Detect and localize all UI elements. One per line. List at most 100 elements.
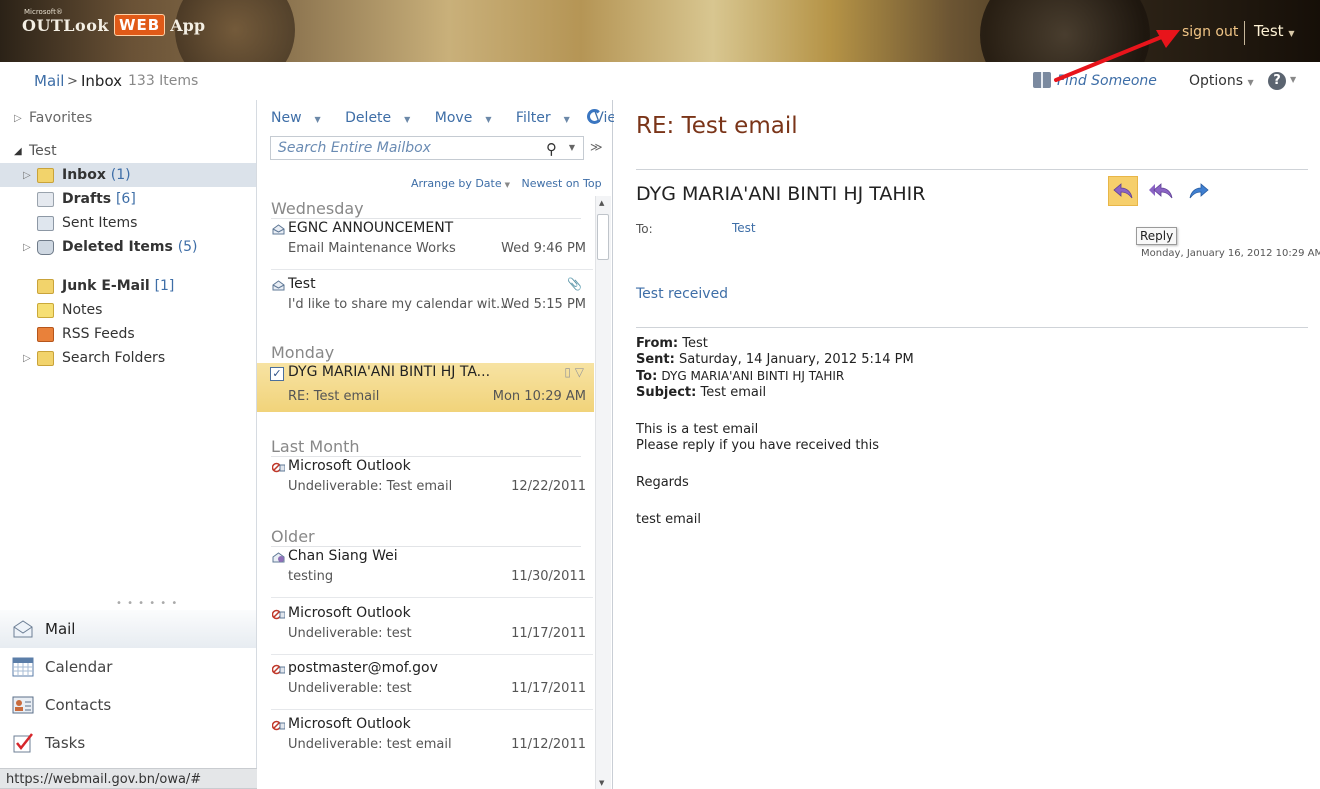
logo-outlook: OUTLook — [22, 15, 109, 35]
scrollbar-thumb[interactable] — [597, 214, 609, 260]
arrange-by-date[interactable]: Arrange by Date — [411, 177, 502, 190]
folder-junk-email[interactable]: Junk E-Mail [1] — [0, 274, 256, 298]
message-row[interactable]: Microsoft Outlook Undeliverable: test em… — [257, 715, 594, 759]
refresh-icon[interactable] — [587, 109, 602, 124]
search-placeholder: Search Entire Mailbox — [278, 140, 431, 156]
move-button[interactable]: Move ▼ — [435, 110, 502, 126]
reply-all-button[interactable] — [1146, 176, 1176, 206]
chevron-down-icon: ▼ — [485, 115, 492, 124]
chevron-down-icon: ▼ — [314, 115, 321, 124]
checkbox-checked-icon[interactable]: ✓ — [270, 367, 284, 381]
delete-button[interactable]: Delete ▼ — [345, 110, 420, 126]
scroll-down-icon[interactable]: ▼ — [599, 779, 604, 787]
field-label: Subject: — [636, 385, 697, 400]
folder-search-folders[interactable]: ▷ Search Folders — [0, 346, 256, 370]
favorites-header[interactable]: ▷ Favorites — [0, 106, 256, 130]
body-line: This is a test email — [636, 422, 759, 437]
expand-search-icon[interactable]: ≫ — [590, 140, 603, 154]
chevron-down-icon[interactable]: ▼ — [505, 181, 510, 189]
folder-label: Sent Items — [62, 215, 138, 231]
nav-tasks[interactable]: Tasks — [0, 724, 256, 762]
mailbox-header[interactable]: ◢ Test — [0, 139, 256, 163]
delete-button-label: Delete — [345, 110, 392, 126]
sort-order[interactable]: Newest on Top — [522, 177, 602, 190]
message-row[interactable]: EGNC ANNOUNCEMENT Email Maintenance Work… — [257, 219, 594, 263]
message-row[interactable]: Chan Siang Wei testing 11/30/2011 — [257, 547, 594, 591]
message-subject-heading: RE: Test email — [636, 113, 798, 139]
filter-button[interactable]: Filter ▼ — [516, 110, 580, 126]
folder-inbox[interactable]: ▷ Inbox (1) — [0, 163, 256, 187]
quoted-to: To: DYG MARIA'ANI BINTI HJ TAHIR — [636, 368, 914, 385]
breadcrumb-mail[interactable]: Mail — [34, 72, 64, 90]
message-subject: I'd like to share my calendar wit... — [288, 297, 509, 312]
folder-label-text: Drafts — [62, 191, 112, 207]
undeliverable-icon — [272, 462, 285, 473]
logo-microsoft: Microsoft® — [24, 8, 63, 16]
folder-drafts[interactable]: Drafts [6] — [0, 187, 256, 211]
flag-icon[interactable]: ▯ ▽ — [564, 365, 584, 379]
folder-rss-feeds[interactable]: RSS Feeds — [0, 322, 256, 346]
message-sender: DYG MARIA'ANI BINTI HJ TA... — [288, 364, 491, 380]
field-label: To: — [636, 369, 658, 384]
folder-deleted-items[interactable]: ▷ Deleted Items (5) — [0, 235, 256, 259]
undeliverable-icon — [272, 664, 285, 675]
chevron-down-icon: ▼ — [1288, 29, 1295, 38]
message-from[interactable]: DYG MARIA'ANI BINTI HJ TAHIR — [636, 183, 925, 205]
reply-tooltip: Reply — [1136, 227, 1178, 245]
help-icon[interactable]: ? — [1268, 72, 1286, 90]
user-menu[interactable]: Test ▼ — [1254, 22, 1294, 40]
message-row[interactable]: Microsoft Outlook Undeliverable: Test em… — [257, 457, 594, 501]
pane-resize-handle[interactable]: • • • • • • — [116, 598, 178, 609]
message-row[interactable]: Test 📎 I'd like to share my calendar wit… — [257, 275, 594, 319]
address-book-icon[interactable] — [1033, 72, 1051, 88]
expand-triangle-icon[interactable]: ▷ — [23, 353, 31, 364]
search-input[interactable]: Search Entire Mailbox ⚲ ▼ — [270, 136, 584, 160]
message-row-selected[interactable]: ✓ DYG MARIA'ANI BINTI HJ TA... ▯ ▽ RE: T… — [257, 363, 594, 412]
nav-contacts[interactable]: Contacts — [0, 686, 256, 724]
options-menu[interactable]: Options ▼ — [1189, 73, 1254, 89]
field-label: Sent: — [636, 352, 675, 367]
meeting-request-icon — [272, 552, 285, 563]
message-sender: postmaster@mof.gov — [288, 660, 438, 676]
nav-calendar[interactable]: Calendar — [0, 648, 256, 686]
quote-divider — [636, 327, 1308, 328]
to-recipient[interactable]: Test — [732, 221, 756, 235]
folder-label-text: Junk E-Mail — [62, 278, 150, 294]
new-button[interactable]: New ▼ — [271, 110, 331, 126]
expand-triangle-icon[interactable]: ▷ — [23, 170, 31, 181]
search-folder-icon — [37, 351, 54, 366]
scroll-up-icon[interactable]: ▲ — [599, 199, 604, 207]
body-line: Please reply if you have received this — [636, 438, 880, 453]
reply-button[interactable] — [1108, 176, 1138, 206]
contacts-icon — [12, 696, 34, 714]
message-row[interactable]: postmaster@mof.gov Undeliverable: test 1… — [257, 659, 594, 703]
collapse-triangle-icon[interactable]: ◢ — [14, 146, 22, 157]
breadcrumb-separator: > — [67, 74, 78, 89]
mailbox-label: Test — [29, 143, 57, 159]
nav-mail[interactable]: Mail — [0, 610, 256, 648]
inbox-folder-icon — [37, 168, 54, 183]
unread-count: (1) — [110, 167, 131, 183]
chevron-down-icon: ▼ — [404, 115, 411, 124]
chevron-down-icon: ▼ — [1247, 78, 1254, 87]
search-icon[interactable]: ⚲ — [546, 140, 557, 158]
message-sender: Test — [288, 276, 316, 292]
message-sender: Microsoft Outlook — [288, 605, 411, 621]
folder-pane: ▷ Favorites ◢ Test ▷ Inbox (1) Drafts [6… — [0, 100, 440, 789]
folder-label-text: Inbox — [62, 167, 106, 183]
outlook-web-app-logo[interactable]: Microsoft® OUTLook WEB App — [22, 8, 205, 36]
chevron-down-icon[interactable]: ▼ — [1290, 75, 1296, 84]
chevron-down-icon[interactable]: ▼ — [569, 143, 575, 152]
folder-sent-items[interactable]: Sent Items — [0, 211, 256, 235]
message-row[interactable]: Microsoft Outlook Undeliverable: test 11… — [257, 604, 594, 648]
forward-button[interactable] — [1184, 176, 1214, 206]
favorites-label: Favorites — [29, 110, 93, 126]
message-date: 11/30/2011 — [511, 569, 586, 584]
reply-icon — [1113, 183, 1133, 199]
expand-triangle-icon[interactable]: ▷ — [14, 113, 22, 124]
list-scrollbar[interactable] — [595, 196, 611, 789]
folder-notes[interactable]: Notes — [0, 298, 256, 322]
field-value: Saturday, 14 January, 2012 5:14 PM — [679, 352, 914, 367]
expand-triangle-icon[interactable]: ▷ — [23, 242, 31, 253]
forward-icon — [1189, 183, 1209, 199]
